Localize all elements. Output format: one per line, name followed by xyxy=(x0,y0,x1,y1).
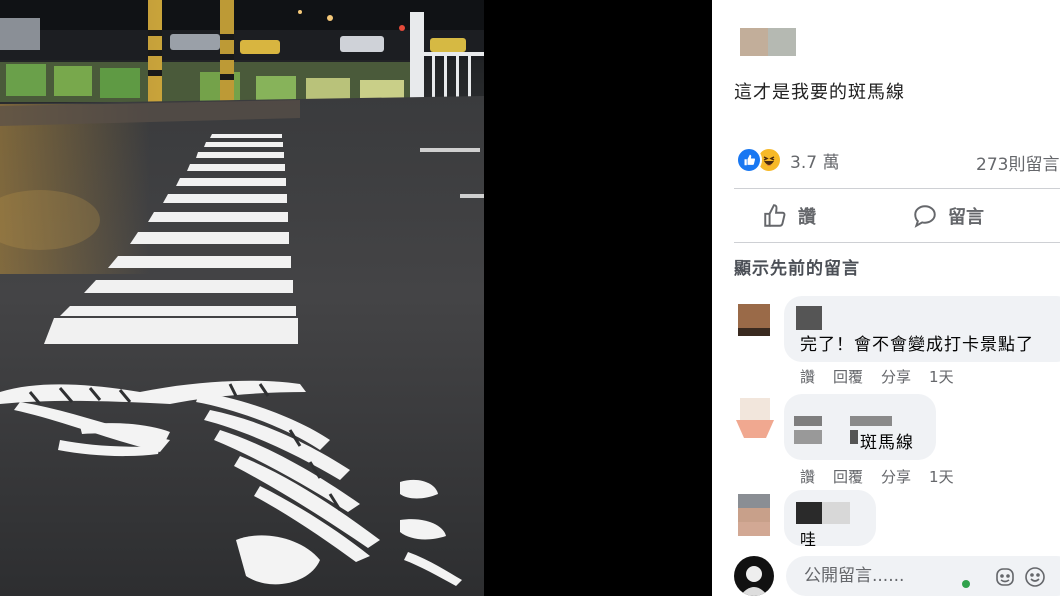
show-previous-comments[interactable]: 顯示先前的留言 xyxy=(734,254,860,279)
commenter-name-blur xyxy=(850,416,892,426)
like-icon xyxy=(736,147,762,173)
reactions-summary[interactable]: 3.7 萬 xyxy=(736,147,840,173)
comment-avatar[interactable] xyxy=(738,494,770,536)
comment-text: 哇 xyxy=(800,530,818,549)
comment-like-link[interactable]: 讚 xyxy=(800,466,815,487)
online-status-dot xyxy=(962,580,970,588)
commenter-name-blur xyxy=(796,502,822,524)
facebook-post-panel: 這才是我要的斑馬線 3.7 萬 273則留言 讚 留言 顯示先前的留言 完了！會… xyxy=(712,0,1060,596)
comment-meta: 讚 回覆 分享 1天 xyxy=(800,466,954,487)
emoji-icon[interactable] xyxy=(1024,566,1046,592)
comment-avatar[interactable] xyxy=(736,398,774,438)
comment-label: 留言 xyxy=(948,207,984,228)
divider xyxy=(734,188,1060,189)
commenter-name-blur xyxy=(850,430,858,444)
comment-text: 斑馬線 xyxy=(860,433,914,453)
comment-button[interactable]: 留言 xyxy=(912,200,984,232)
speech-bubble-icon xyxy=(914,205,936,228)
comment-reply-link[interactable]: 回覆 xyxy=(833,366,863,387)
comment-composer xyxy=(732,552,1060,596)
comment-time: 1天 xyxy=(929,368,954,386)
comment-avatar[interactable] xyxy=(738,304,770,336)
zebra-crossing-photo xyxy=(0,0,484,596)
comment-share-link[interactable]: 分享 xyxy=(881,466,911,487)
thumbs-up-icon xyxy=(764,204,786,227)
commenter-name-blur xyxy=(796,306,822,330)
like-button[interactable]: 讚 xyxy=(762,200,816,232)
comment-share-link[interactable]: 分享 xyxy=(881,366,911,387)
commenter-name-blur xyxy=(822,502,850,524)
comment-input[interactable] xyxy=(786,556,1060,596)
comment-like-link[interactable]: 讚 xyxy=(800,366,815,387)
comment-meta: 讚 回覆 分享 1天 xyxy=(800,366,954,387)
divider xyxy=(734,242,1060,243)
comment-text: 完了！會不會變成打卡景點了 xyxy=(800,335,1034,355)
comment-time: 1天 xyxy=(929,468,954,486)
post-photo[interactable] xyxy=(0,0,484,596)
post-author-avatar-blur xyxy=(768,28,796,56)
like-label: 讚 xyxy=(798,207,816,228)
post-author-avatar[interactable] xyxy=(740,28,768,56)
reaction-count: 3.7 萬 xyxy=(790,152,840,173)
post-text: 這才是我要的斑馬線 xyxy=(734,82,905,103)
commenter-name-blur xyxy=(794,430,822,444)
sticker-icon[interactable] xyxy=(994,566,1016,592)
current-user-avatar[interactable] xyxy=(734,556,774,596)
black-gap xyxy=(484,0,712,596)
comment-count[interactable]: 273則留言 xyxy=(976,150,1059,175)
comment-reply-link[interactable]: 回覆 xyxy=(833,466,863,487)
commenter-name-blur xyxy=(794,416,822,426)
